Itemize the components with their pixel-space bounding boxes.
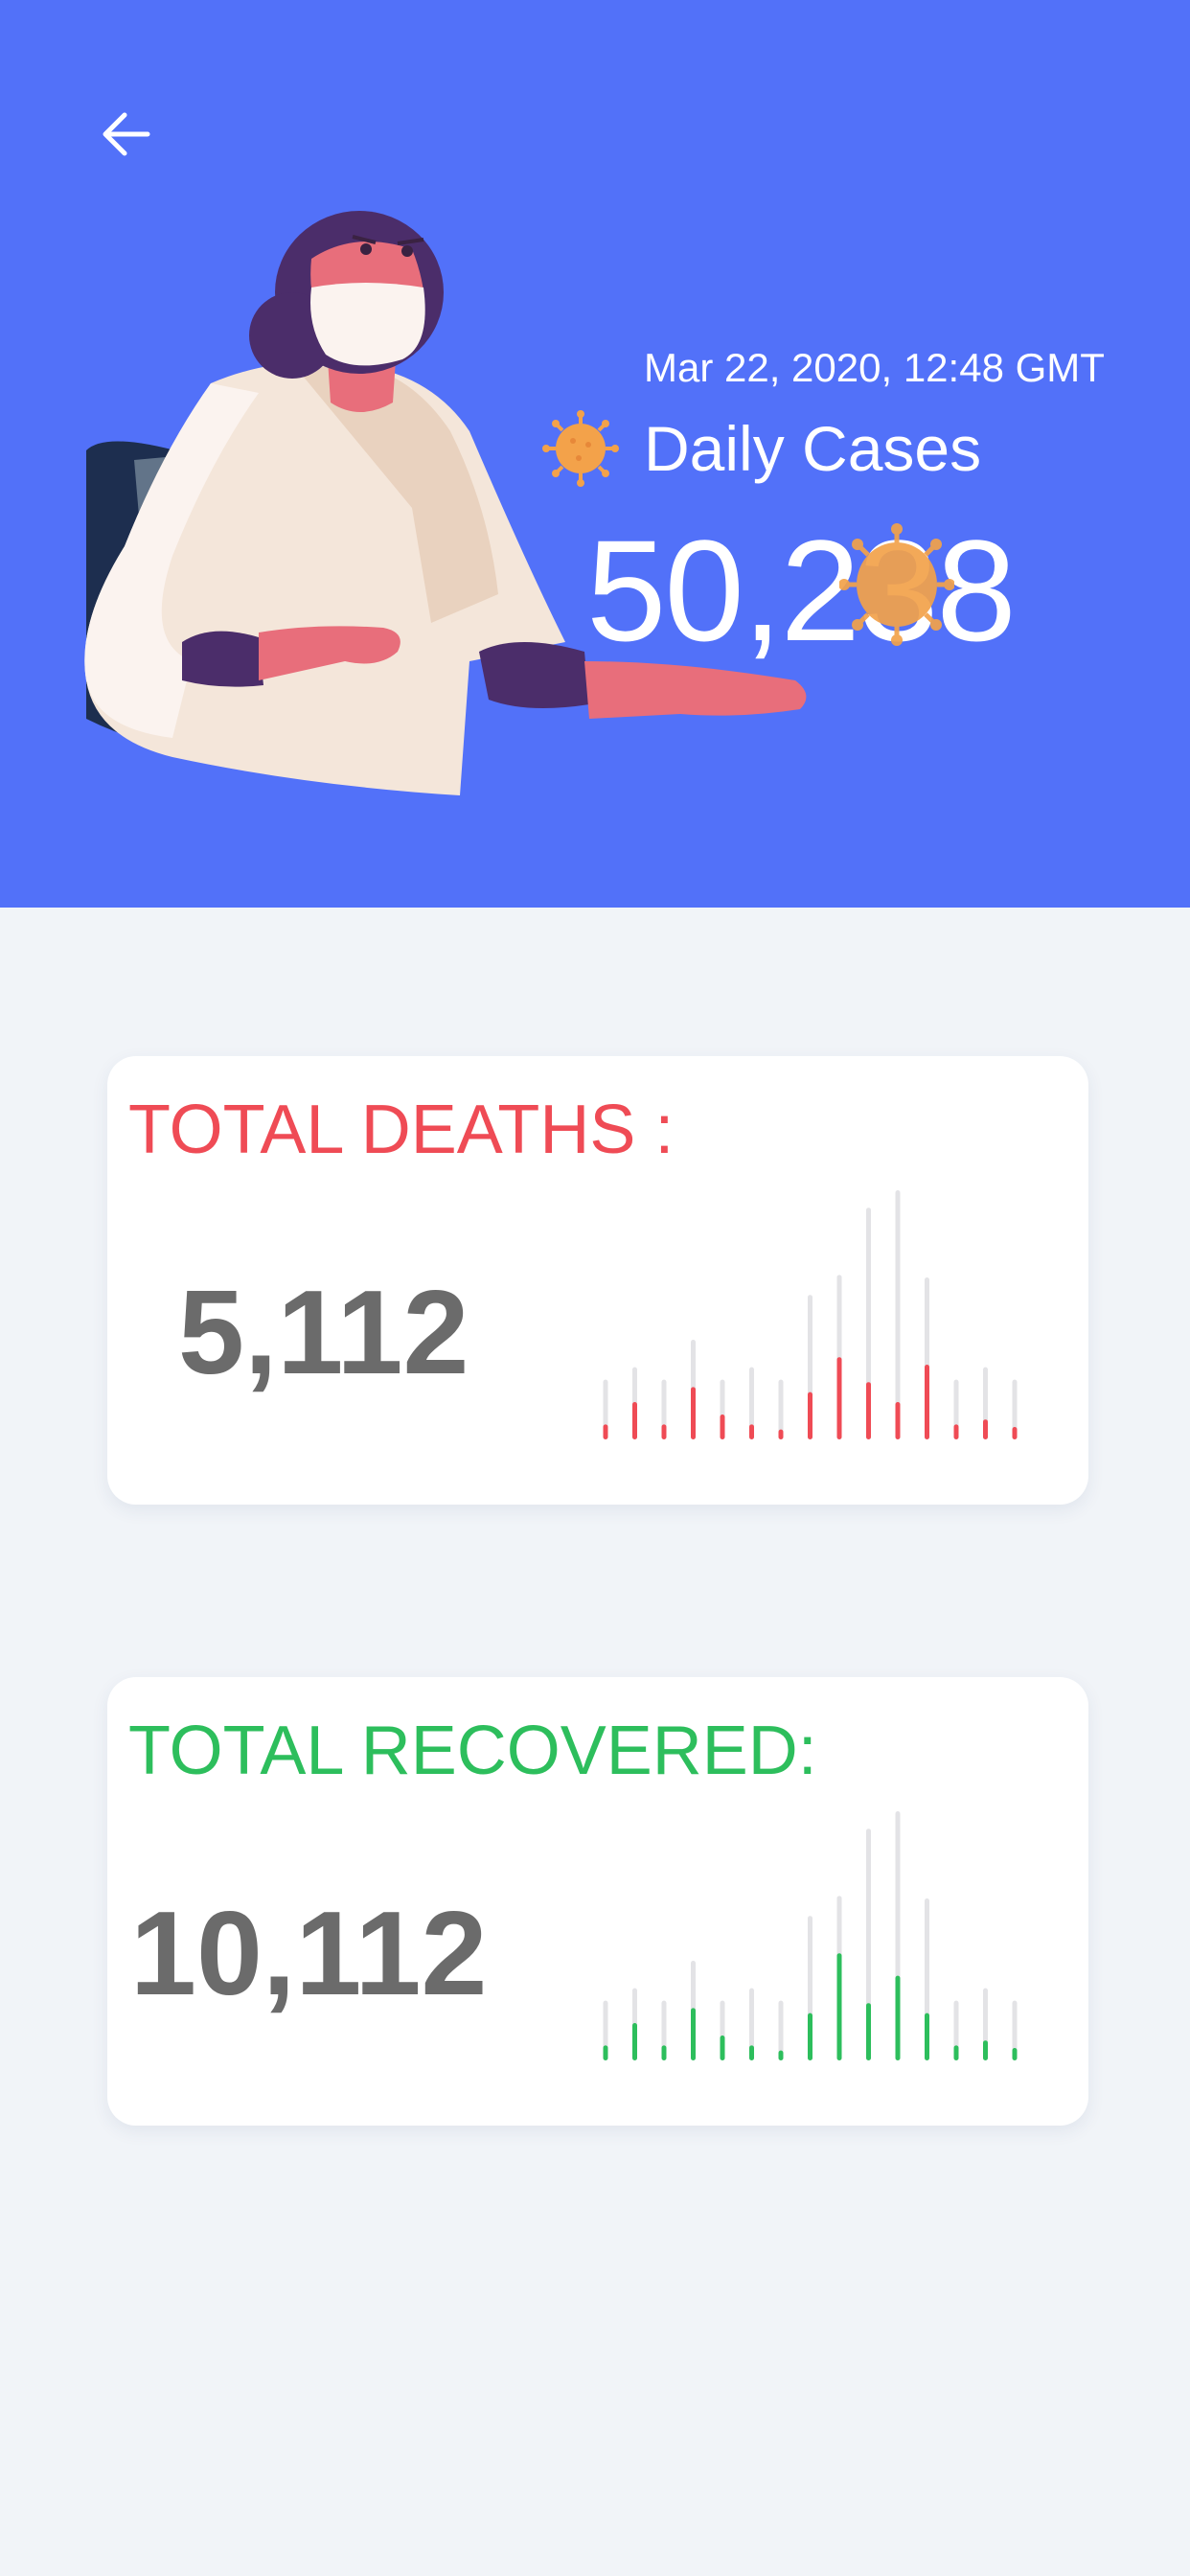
recovered-bar (983, 2040, 988, 2060)
header-banner: Mar 22, 2020, 12:48 GMT Daily Cases 50,2… (0, 0, 1190, 908)
total-recovered-card[interactable]: TOTAL RECOVERED: 10,112 (107, 1677, 1088, 2126)
last-updated-timestamp: Mar 22, 2020, 12:48 GMT (644, 345, 1105, 390)
deaths-bar (603, 1424, 608, 1439)
deaths-bar (632, 1402, 637, 1439)
recovered-bar (866, 2003, 871, 2060)
deaths-trend-chart (603, 1190, 1018, 1439)
deaths-bar (661, 1424, 667, 1439)
deaths-bar (925, 1365, 929, 1439)
recovered-bar (632, 2023, 637, 2060)
recovered-bar (691, 2008, 696, 2060)
recovered-bar (661, 2045, 667, 2060)
total-recovered-title: TOTAL RECOVERED: (128, 1713, 817, 1789)
daily-cases-label: Daily Cases (644, 413, 982, 484)
recovered-trend-chart (603, 1811, 1018, 2060)
deaths-bar (691, 1387, 696, 1439)
total-deaths-value: 5,112 (178, 1267, 469, 1399)
deaths-bar (953, 1424, 959, 1439)
recovered-bar (836, 1953, 842, 2060)
recovered-bar (749, 2045, 754, 2060)
recovered-bar (778, 2050, 784, 2060)
deaths-bar (895, 1402, 901, 1439)
total-deaths-title: TOTAL DEATHS : (128, 1092, 675, 1168)
back-button[interactable] (92, 100, 161, 169)
deaths-bar (836, 1357, 842, 1439)
virus-decoration-icon (839, 523, 954, 646)
recovered-bar (720, 2036, 725, 2060)
recovered-bar (895, 1975, 901, 2060)
recovered-bar (1012, 2048, 1018, 2060)
deaths-bar (749, 1424, 754, 1439)
deaths-bar (808, 1392, 812, 1439)
total-deaths-card[interactable]: TOTAL DEATHS : 5,112 (107, 1056, 1088, 1505)
deaths-bar (983, 1419, 988, 1439)
recovered-bar (808, 2012, 812, 2060)
deaths-bar (1012, 1427, 1018, 1439)
recovered-bar (603, 2045, 608, 2060)
recovered-bar (925, 2012, 929, 2060)
deaths-bar (720, 1414, 725, 1439)
deaths-bar (866, 1382, 871, 1439)
total-recovered-value: 10,112 (130, 1888, 488, 2020)
recovered-bar (953, 2045, 959, 2060)
deaths-bar (778, 1429, 784, 1439)
virus-icon (542, 410, 619, 487)
arrow-left-icon (103, 112, 150, 156)
